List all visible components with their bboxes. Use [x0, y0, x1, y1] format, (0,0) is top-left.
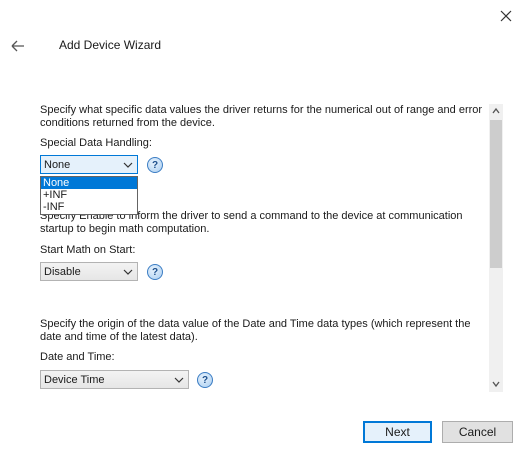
chevron-down-icon: [123, 269, 133, 275]
start-math-combobox[interactable]: Disable: [40, 262, 138, 281]
help-icon[interactable]: ?: [147, 264, 163, 280]
special-data-combobox[interactable]: None: [40, 155, 138, 174]
special-description: Specify what specific data values the dr…: [40, 104, 483, 129]
scrollbar-thumb[interactable]: [490, 120, 502, 268]
datetime-description: Specify the origin of the data value of …: [40, 318, 471, 343]
special-label: Special Data Handling:: [40, 137, 152, 149]
math-label: Start Math on Start:: [40, 244, 136, 256]
special-data-dropdown-list: None +INF -INF: [40, 176, 138, 215]
scroll-up-button[interactable]: [489, 104, 503, 118]
wizard-title: Add Device Wizard: [59, 38, 162, 52]
dropdown-option-none[interactable]: None: [41, 177, 137, 189]
dropdown-option-plus-inf[interactable]: +INF: [41, 189, 137, 201]
settings-panel: Specify what specific data values the dr…: [0, 96, 504, 394]
datetime-label: Date and Time:: [40, 351, 115, 363]
arrow-left-icon: [11, 40, 24, 52]
cancel-button[interactable]: Cancel: [442, 421, 513, 443]
chevron-up-icon: [492, 107, 500, 114]
chevron-down-icon: [123, 162, 133, 168]
date-time-combobox[interactable]: Device Time: [40, 370, 189, 389]
math-value: Disable: [44, 265, 81, 278]
help-icon[interactable]: ?: [147, 157, 163, 173]
close-button[interactable]: [496, 6, 516, 26]
help-icon[interactable]: ?: [197, 372, 213, 388]
back-button[interactable]: [8, 36, 28, 56]
special-value: None: [44, 158, 71, 171]
datetime-value: Device Time: [44, 373, 105, 386]
chevron-down-icon: [174, 377, 184, 383]
chevron-down-icon: [492, 381, 500, 388]
scroll-down-button[interactable]: [489, 377, 503, 391]
next-button[interactable]: Next: [363, 421, 432, 443]
dropdown-option-minus-inf[interactable]: -INF: [41, 201, 137, 213]
close-icon: [500, 10, 512, 22]
